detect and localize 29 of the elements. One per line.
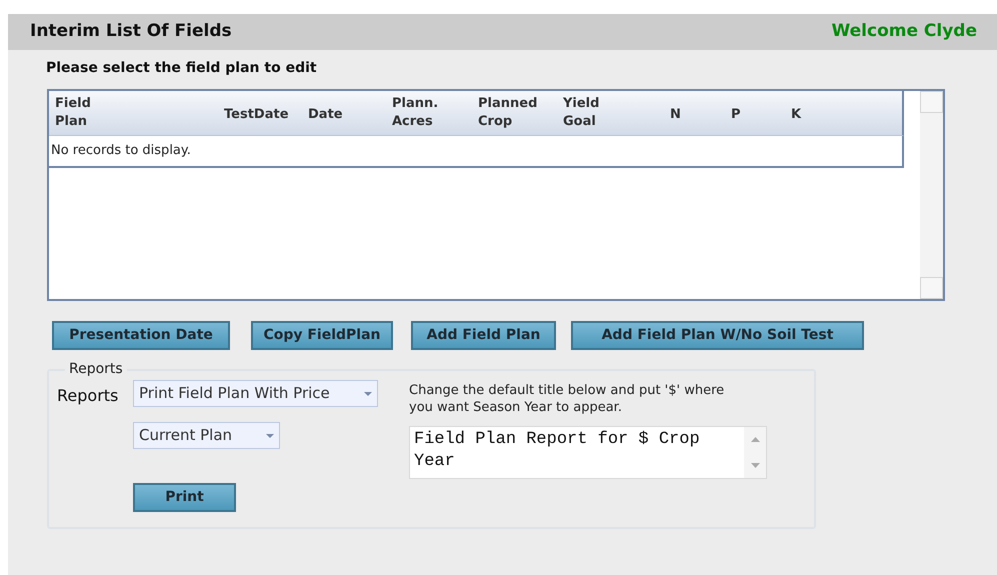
action-button[interactable]: Copy FieldPlan bbox=[251, 321, 393, 350]
reports-label: Reports bbox=[57, 385, 120, 407]
column-header: Field Plan bbox=[55, 94, 92, 130]
action-button[interactable]: Presentation Date bbox=[52, 321, 230, 350]
column-header: TestDate bbox=[224, 106, 289, 124]
empty-row: No records to display. bbox=[49, 136, 904, 168]
column-header: K bbox=[791, 106, 802, 124]
welcome-text: Welcome Clyde bbox=[831, 20, 977, 44]
column-header: Yield Goal bbox=[563, 94, 600, 130]
instruction-text: Please select the field plan to edit bbox=[46, 59, 318, 78]
column-header: N bbox=[670, 106, 681, 124]
caret-icon bbox=[364, 392, 372, 396]
page-title: Interim List Of Fields bbox=[30, 20, 232, 44]
column-header: P bbox=[731, 106, 741, 124]
scroll-down-button[interactable] bbox=[920, 277, 943, 299]
scroll-down-icon[interactable] bbox=[750, 462, 760, 468]
column-header: Planned Crop bbox=[478, 94, 538, 130]
action-button[interactable]: Add Field Plan bbox=[411, 321, 556, 350]
scroll-up-button[interactable] bbox=[920, 91, 943, 113]
scroll-up-icon[interactable] bbox=[750, 437, 760, 442]
help-text: Change the default title below and put '$' where you want Season Year to appear. bbox=[409, 382, 726, 416]
column-header: Plann. Acres bbox=[392, 94, 440, 130]
caret-icon bbox=[266, 434, 274, 438]
plan-select[interactable]: Current Plan bbox=[133, 422, 280, 449]
column-header: Date bbox=[308, 106, 343, 124]
group-legend: Reports bbox=[65, 359, 127, 380]
report-select[interactable]: Print Field Plan With Price bbox=[133, 380, 378, 407]
action-button[interactable]: Print bbox=[133, 483, 236, 512]
action-button[interactable]: Add Field Plan W/No Soil Test bbox=[571, 321, 864, 350]
